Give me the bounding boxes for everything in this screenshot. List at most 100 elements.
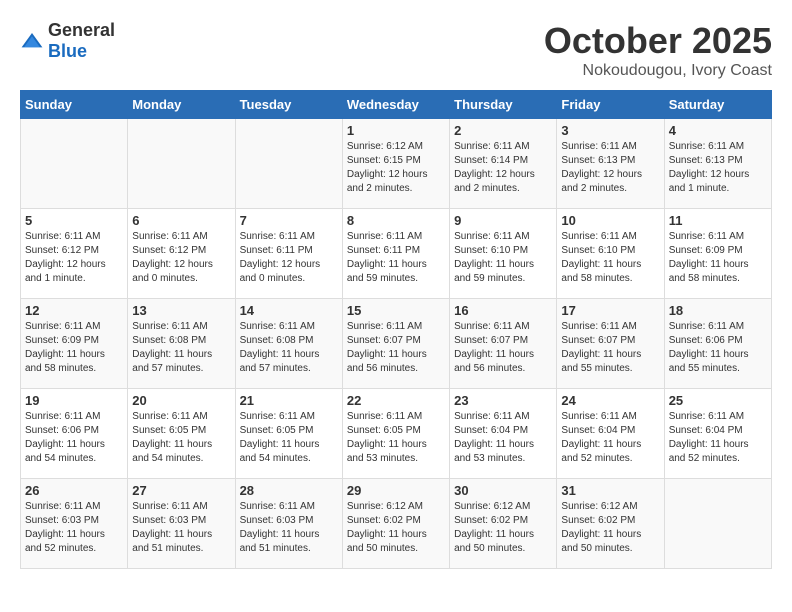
day-number: 5 — [25, 213, 123, 228]
calendar-cell: 21Sunrise: 6:11 AM Sunset: 6:05 PM Dayli… — [235, 389, 342, 479]
calendar-cell: 2 Sunrise: 6:11 AM Sunset: 6:14 PM Daylig… — [450, 119, 557, 209]
calendar-cell: 13 Sunrise: 6:11 AM Sunset: 6:08 PM Dayli… — [128, 299, 235, 389]
day-number: 6 — [132, 213, 230, 228]
calendar-cell: 27Sunrise: 6:11 AM Sunset: 6:03 PM Dayli… — [128, 479, 235, 569]
calendar-week-row: 12 Sunrise: 6:11 AM Sunset: 6:09 PM Dayli… — [21, 299, 772, 389]
day-info: Sunrise: 6:11 AM Sunset: 6:12 PM Dayligh… — [132, 230, 230, 286]
general-blue-icon — [20, 31, 44, 51]
weekday-header: Monday — [128, 91, 235, 119]
day-info: Sunrise: 6:11 AM Sunset: 6:07 PM Dayligh… — [454, 320, 552, 376]
logo-blue: Blue — [48, 41, 87, 61]
day-number: 11 — [669, 213, 767, 228]
day-number: 22 — [347, 393, 445, 408]
calendar-cell: 1 Sunrise: 6:12 AM Sunset: 6:15 PM Daylig… — [342, 119, 449, 209]
calendar-cell: 25 Sunrise: 6:11 AM Sunset: 6:04 PM Dayli… — [664, 389, 771, 479]
day-number: 23 — [454, 393, 552, 408]
weekday-header-row: SundayMondayTuesdayWednesdayThursdayFrid… — [21, 91, 772, 119]
day-number: 28 — [240, 483, 338, 498]
day-info: Sunrise: 6:11 AM Sunset: 6:05 PM Dayligh… — [132, 410, 230, 466]
day-number: 31 — [561, 483, 659, 498]
calendar-cell — [235, 119, 342, 209]
weekday-header: Tuesday — [235, 91, 342, 119]
day-number: 8 — [347, 213, 445, 228]
calendar-cell: 12 Sunrise: 6:11 AM Sunset: 6:09 PM Dayli… — [21, 299, 128, 389]
day-number: 29 — [347, 483, 445, 498]
day-info: Sunrise: 6:12 AM Sunset: 6:02 PM Dayligh… — [347, 500, 445, 556]
day-number: 24 — [561, 393, 659, 408]
weekday-header: Sunday — [21, 91, 128, 119]
day-number: 4 — [669, 123, 767, 138]
day-number: 17 — [561, 303, 659, 318]
location-subtitle: Nokoudougou, Ivory Coast — [544, 62, 772, 80]
day-number: 9 — [454, 213, 552, 228]
calendar-cell: 9 Sunrise: 6:11 AM Sunset: 6:10 PM Daylig… — [450, 209, 557, 299]
calendar-week-row: 1 Sunrise: 6:12 AM Sunset: 6:15 PM Daylig… — [21, 119, 772, 209]
day-info: Sunrise: 6:11 AM Sunset: 6:06 PM Dayligh… — [25, 410, 123, 466]
day-number: 12 — [25, 303, 123, 318]
weekday-header: Thursday — [450, 91, 557, 119]
day-info: Sunrise: 6:12 AM Sunset: 6:02 PM Dayligh… — [561, 500, 659, 556]
header: General Blue October 2025 Nokoudougou, I… — [20, 20, 772, 80]
day-info: Sunrise: 6:11 AM Sunset: 6:08 PM Dayligh… — [132, 320, 230, 376]
day-number: 19 — [25, 393, 123, 408]
day-info: Sunrise: 6:11 AM Sunset: 6:06 PM Dayligh… — [669, 320, 767, 376]
calendar-cell: 16 Sunrise: 6:11 AM Sunset: 6:07 PM Dayli… — [450, 299, 557, 389]
calendar-cell: 14 Sunrise: 6:11 AM Sunset: 6:08 PM Dayli… — [235, 299, 342, 389]
calendar-cell: 18Sunrise: 6:11 AM Sunset: 6:06 PM Dayli… — [664, 299, 771, 389]
weekday-header: Friday — [557, 91, 664, 119]
day-number: 16 — [454, 303, 552, 318]
calendar-cell: 5 Sunrise: 6:11 AM Sunset: 6:12 PM Daylig… — [21, 209, 128, 299]
day-info: Sunrise: 6:11 AM Sunset: 6:09 PM Dayligh… — [669, 230, 767, 286]
calendar-cell: 17Sunrise: 6:11 AM Sunset: 6:07 PM Dayli… — [557, 299, 664, 389]
logo-text: General Blue — [48, 20, 115, 62]
day-info: Sunrise: 6:11 AM Sunset: 6:11 PM Dayligh… — [240, 230, 338, 286]
calendar-cell: 15 Sunrise: 6:11 AM Sunset: 6:07 PM Dayli… — [342, 299, 449, 389]
day-number: 10 — [561, 213, 659, 228]
day-number: 15 — [347, 303, 445, 318]
calendar-week-row: 26 Sunrise: 6:11 AM Sunset: 6:03 PM Dayli… — [21, 479, 772, 569]
day-number: 1 — [347, 123, 445, 138]
calendar-cell: 22Sunrise: 6:11 AM Sunset: 6:05 PM Dayli… — [342, 389, 449, 479]
calendar-cell: 23Sunrise: 6:11 AM Sunset: 6:04 PM Dayli… — [450, 389, 557, 479]
calendar-table: SundayMondayTuesdayWednesdayThursdayFrid… — [20, 90, 772, 569]
logo: General Blue — [20, 20, 115, 62]
calendar-cell: 31 Sunrise: 6:12 AM Sunset: 6:02 PM Dayli… — [557, 479, 664, 569]
day-info: Sunrise: 6:11 AM Sunset: 6:08 PM Dayligh… — [240, 320, 338, 376]
calendar-week-row: 5 Sunrise: 6:11 AM Sunset: 6:12 PM Daylig… — [21, 209, 772, 299]
day-number: 25 — [669, 393, 767, 408]
day-info: Sunrise: 6:11 AM Sunset: 6:13 PM Dayligh… — [561, 140, 659, 196]
calendar-cell: 8 Sunrise: 6:11 AM Sunset: 6:11 PM Daylig… — [342, 209, 449, 299]
day-info: Sunrise: 6:11 AM Sunset: 6:12 PM Dayligh… — [25, 230, 123, 286]
day-number: 27 — [132, 483, 230, 498]
calendar-cell: 11 Sunrise: 6:11 AM Sunset: 6:09 PM Dayli… — [664, 209, 771, 299]
calendar-cell: 24 Sunrise: 6:11 AM Sunset: 6:04 PM Dayli… — [557, 389, 664, 479]
day-info: Sunrise: 6:11 AM Sunset: 6:04 PM Dayligh… — [669, 410, 767, 466]
calendar-cell — [664, 479, 771, 569]
day-number: 30 — [454, 483, 552, 498]
day-info: Sunrise: 6:11 AM Sunset: 6:09 PM Dayligh… — [25, 320, 123, 376]
calendar-cell: 3 Sunrise: 6:11 AM Sunset: 6:13 PM Daylig… — [557, 119, 664, 209]
day-info: Sunrise: 6:11 AM Sunset: 6:04 PM Dayligh… — [561, 410, 659, 466]
calendar-cell: 4 Sunrise: 6:11 AM Sunset: 6:13 PM Daylig… — [664, 119, 771, 209]
day-info: Sunrise: 6:12 AM Sunset: 6:15 PM Dayligh… — [347, 140, 445, 196]
calendar-cell: 26Sunrise: 6:11 AM Sunset: 6:03 PM Dayli… — [21, 479, 128, 569]
day-number: 26 — [25, 483, 123, 498]
calendar-cell: 30Sunrise: 6:12 AM Sunset: 6:02 PM Dayli… — [450, 479, 557, 569]
day-info: Sunrise: 6:11 AM Sunset: 6:10 PM Dayligh… — [561, 230, 659, 286]
day-number: 20 — [132, 393, 230, 408]
calendar-week-row: 19 Sunrise: 6:11 AM Sunset: 6:06 PM Dayli… — [21, 389, 772, 479]
day-number: 13 — [132, 303, 230, 318]
day-info: Sunrise: 6:11 AM Sunset: 6:13 PM Dayligh… — [669, 140, 767, 196]
day-info: Sunrise: 6:11 AM Sunset: 6:03 PM Dayligh… — [240, 500, 338, 556]
day-info: Sunrise: 6:11 AM Sunset: 6:07 PM Dayligh… — [347, 320, 445, 376]
day-info: Sunrise: 6:11 AM Sunset: 6:14 PM Dayligh… — [454, 140, 552, 196]
day-number: 3 — [561, 123, 659, 138]
calendar-cell — [21, 119, 128, 209]
day-info: Sunrise: 6:11 AM Sunset: 6:11 PM Dayligh… — [347, 230, 445, 286]
weekday-header: Wednesday — [342, 91, 449, 119]
day-info: Sunrise: 6:11 AM Sunset: 6:10 PM Dayligh… — [454, 230, 552, 286]
weekday-header: Saturday — [664, 91, 771, 119]
day-number: 14 — [240, 303, 338, 318]
day-number: 2 — [454, 123, 552, 138]
calendar-cell: 10 Sunrise: 6:11 AM Sunset: 6:10 PM Dayli… — [557, 209, 664, 299]
